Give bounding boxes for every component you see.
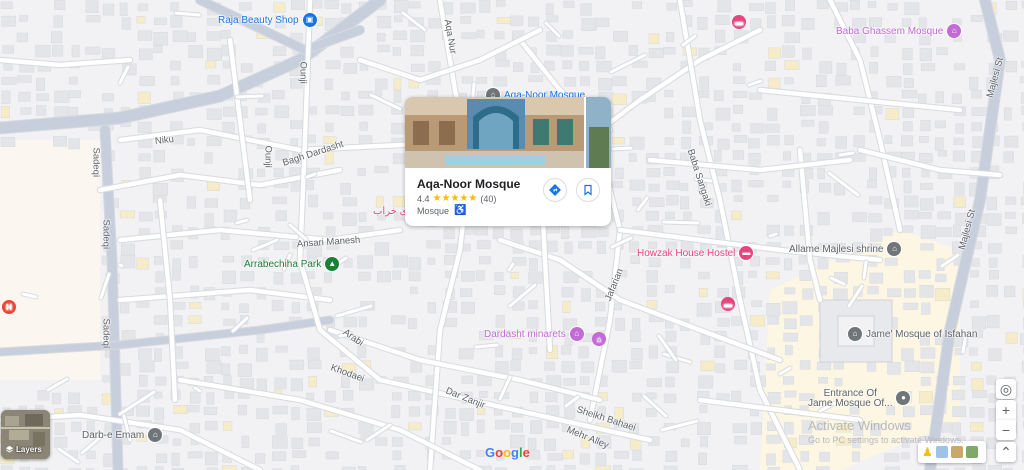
poi-dardasht-minarets[interactable]: Dardasht minarets ⌂ [484, 327, 584, 341]
landmark-icon: ⌂ [569, 327, 584, 341]
poi-allame-majlesi-shrine[interactable]: Allame Majlesi shrine ⌂ [789, 242, 902, 256]
street-niku: Niku [154, 134, 175, 147]
mosque-icon: ⌂ [887, 242, 902, 256]
poi-howzak-house-hostel[interactable]: Howzak House Hostel ▬ [637, 246, 754, 260]
street-ounji: Ounji [297, 61, 309, 84]
street-sadeqi: Sadeqi [90, 147, 102, 178]
save-button[interactable] [576, 178, 600, 202]
place-card[interactable]: Aqa-Noor Mosque 4.4 ★★★★★ (40) Mosque ♿ [405, 97, 611, 226]
imagery-thumb-icon[interactable] [965, 446, 978, 458]
hotel-pin-icon[interactable]: ▬ [721, 297, 735, 311]
zoom-in-button[interactable]: + [996, 400, 1016, 420]
crosshair-icon: ◎ [999, 380, 1013, 397]
hospital-pin-icon[interactable]: H [2, 300, 16, 314]
poi-jame-mosque[interactable]: ⌂ Jame' Mosque of Isfahan [848, 327, 977, 341]
minus-icon: − [1001, 422, 1011, 438]
shopping-bag-icon: ▣ [302, 13, 317, 27]
rating-row: 4.4 ★★★★★ (40) [417, 193, 496, 204]
imagery-thumb-icon[interactable] [935, 446, 948, 458]
bed-icon: ▬ [739, 246, 754, 260]
place-icon: ● [896, 391, 911, 405]
bookmark-icon [584, 184, 592, 196]
place-photo[interactable] [405, 97, 611, 168]
my-location-button[interactable]: ◎ [996, 379, 1016, 399]
place-category: Mosque [417, 205, 450, 216]
chevron-up-icon: ⌃ [1000, 443, 1012, 460]
pegman-icon[interactable]: ♟ [922, 445, 933, 459]
poi-darb-e-emam[interactable]: Darb-e Emam ⌂ [82, 428, 163, 442]
map-canvas[interactable]: Raja Beauty Shop ▣ ⌂ Aqa-Noor Mosque Bab… [0, 0, 1024, 470]
imagery-thumb-icon[interactable] [950, 446, 963, 458]
category-row: Mosque ♿ [417, 205, 466, 216]
layers-icon [5, 445, 14, 453]
mosque-icon: ⌂ [947, 24, 962, 38]
layers-button[interactable]: Layers [1, 410, 50, 459]
poi-baba-ghassem-mosque[interactable]: Baba Ghassem Mosque ⌂ [836, 24, 962, 38]
mosque-icon: ⌂ [848, 327, 862, 341]
tree-icon: ▲ [325, 257, 340, 271]
poi-entrance-jame-mosque[interactable]: Entrance Of Jame Mosque Of... ● [808, 389, 911, 409]
zoom-out-button[interactable]: − [996, 420, 1016, 440]
street-sadeqi-3: Sadeqi [100, 318, 112, 349]
landmark-pin-icon[interactable]: ⌂ [592, 332, 606, 346]
star-rating-icon: ★★★★★ [432, 193, 478, 204]
mosque-icon: ⌂ [148, 428, 163, 442]
wheelchair-icon: ♿ [454, 205, 467, 216]
place-title: Aqa-Noor Mosque [417, 177, 521, 191]
street-sadeqi-2: Sadeqi [100, 219, 112, 250]
expand-imagery-button[interactable]: ⌃ [996, 442, 1016, 462]
google-logo: Google [485, 445, 530, 460]
rating-value: 4.4 [417, 193, 430, 204]
layers-label: Layers [5, 445, 42, 454]
poi-raja-beauty-shop[interactable]: Raja Beauty Shop ▣ [218, 13, 317, 27]
street-ounji-2: Ounji [262, 145, 274, 168]
directions-icon [549, 184, 561, 196]
activate-windows-watermark: Activate Windows Go to PC settings to ac… [808, 418, 964, 445]
directions-button[interactable] [543, 178, 567, 202]
review-count: (40) [480, 193, 497, 204]
plus-icon: + [1001, 402, 1011, 418]
hotel-pin-icon[interactable]: ▬ [732, 15, 746, 29]
poi-arrabechiha-park[interactable]: Arrabechiha Park ▲ [244, 257, 340, 271]
